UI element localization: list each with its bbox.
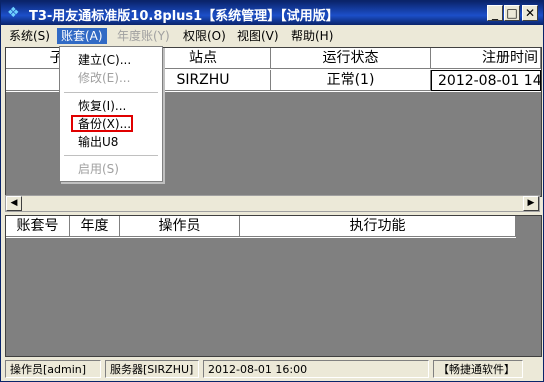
maximize-button[interactable]: □ [504, 5, 520, 21]
grid-header-row: 账套号 年度 操作员 执行功能 [6, 216, 516, 238]
column-header-year[interactable]: 年度 [70, 216, 120, 237]
column-header-operator[interactable]: 操作员 [120, 216, 240, 237]
menu-separator [64, 92, 158, 93]
menu-item-enable: 启用(S) [78, 162, 119, 176]
backup-highlight-box [71, 115, 133, 132]
column-header-function[interactable]: 执行功能 [240, 216, 516, 237]
menu-annual-account: 年度账(Y) [117, 29, 170, 43]
scroll-left-icon[interactable]: ◀ [6, 196, 22, 211]
app-window: ❖ T3-用友通标准版10.8plus1【系统管理】【试用版】 _ □ ✕ 系统… [0, 0, 544, 382]
close-button[interactable]: ✕ [522, 5, 538, 21]
operator-log-grid[interactable]: 账套号 年度 操作员 执行功能 [5, 215, 542, 357]
menu-item-restore[interactable]: 恢复(I)... [78, 98, 126, 115]
status-operator: 操作员[admin] [5, 360, 101, 378]
column-header-account-no[interactable]: 账套号 [6, 216, 70, 237]
app-logo-icon: ❖ [7, 5, 20, 21]
account-menu-dropdown: 建立(C)... 修改(E)... 恢复(I)... 备份(X)... 输出U8… [59, 46, 163, 182]
column-header-register-time[interactable]: 注册时间 [431, 48, 541, 69]
menu-bar: 系统(S) 账套(A) 年度账(Y) 权限(O) 视图(V) 帮助(H) [1, 26, 543, 46]
minimize-button[interactable]: _ [487, 5, 503, 21]
menu-permissions[interactable]: 权限(O) [179, 28, 230, 44]
status-datetime: 2012-08-01 16:00 [203, 360, 429, 378]
scroll-right-icon[interactable]: ▶ [523, 196, 539, 211]
status-brand: 【畅捷通软件】 [433, 360, 523, 378]
table-cell-run-status: 正常(1) [271, 70, 431, 91]
menu-item-create[interactable]: 建立(C)... [78, 52, 131, 69]
menu-item-modify: 修改(E)... [78, 71, 131, 85]
menu-system[interactable]: 系统(S) [5, 28, 54, 44]
status-server: 服务器[SIRZHU] [105, 360, 199, 378]
window-title: T3-用友通标准版10.8plus1【系统管理】【试用版】 [29, 9, 339, 24]
table-cell-register-time: 2012-08-01 14 [431, 70, 541, 91]
status-bar: 操作员[admin] 服务器[SIRZHU] 2012-08-01 16:00 … [1, 358, 543, 380]
menu-help[interactable]: 帮助(H) [287, 28, 337, 44]
menu-view[interactable]: 视图(V) [233, 28, 283, 44]
horizontal-scrollbar[interactable]: ◀ ▶ [5, 195, 540, 212]
menu-separator [64, 155, 158, 156]
title-bar[interactable]: ❖ T3-用友通标准版10.8plus1【系统管理】【试用版】 _ □ ✕ [1, 1, 543, 25]
menu-item-export-u8[interactable]: 输出U8 [78, 134, 118, 151]
menu-account[interactable]: 账套(A) [57, 28, 107, 44]
column-header-run-status[interactable]: 运行状态 [271, 48, 431, 69]
